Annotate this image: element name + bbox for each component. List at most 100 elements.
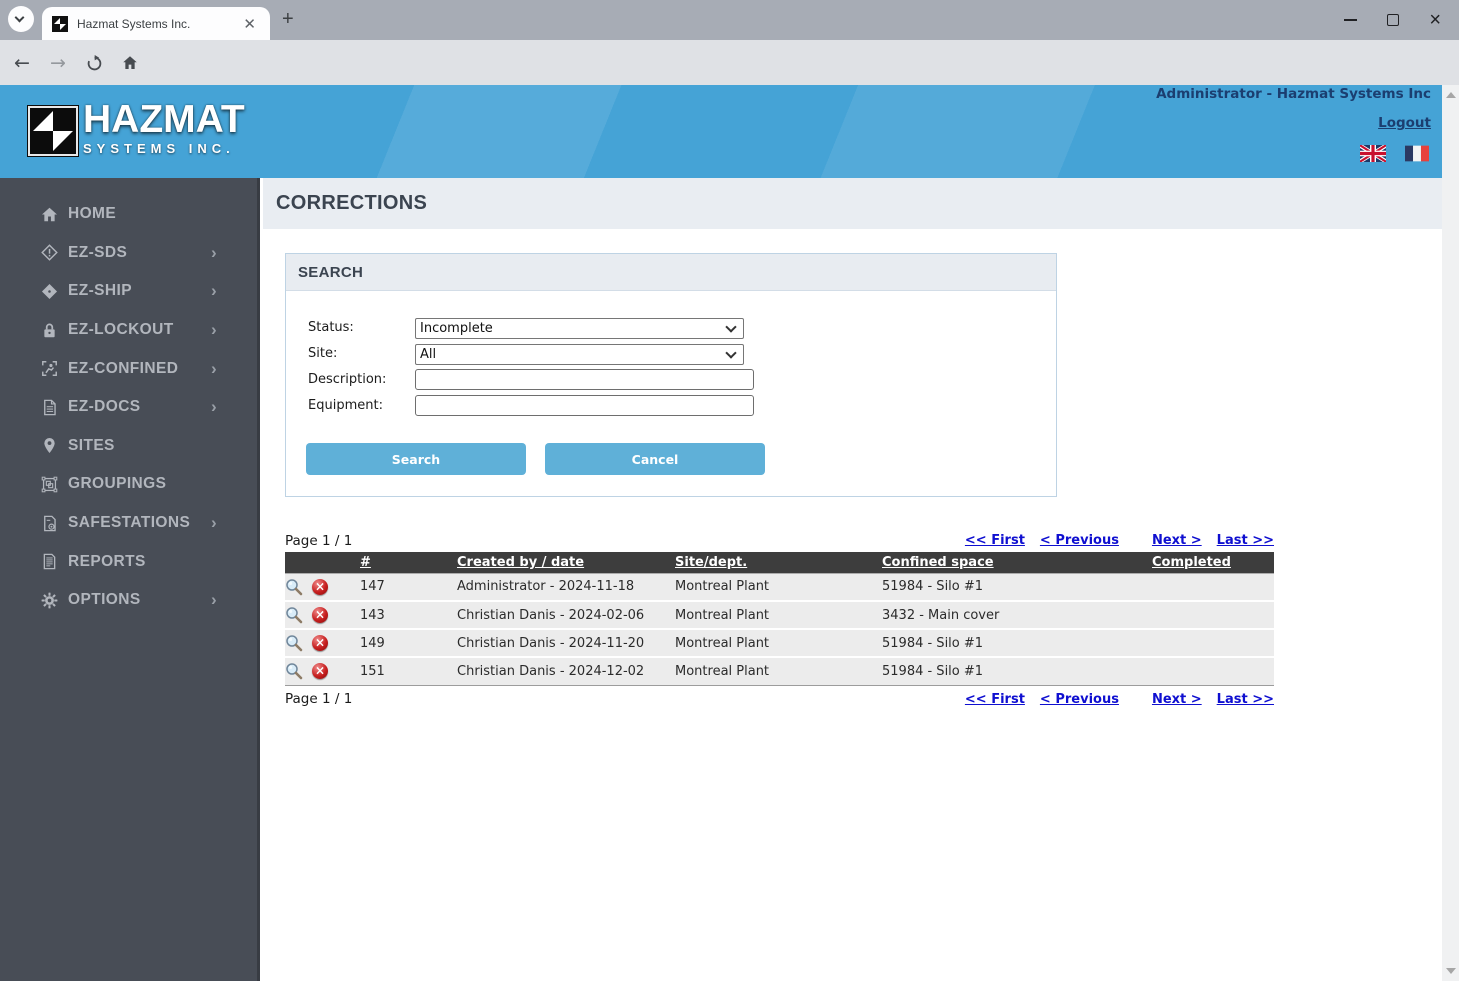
screen: Hazmat Systems Inc. ✕ + × ← → [0,0,1459,981]
corrections-table: # Created by / date Site/dept. Confined … [285,552,1274,686]
row-id: 147 [360,573,457,601]
scroll-down-icon[interactable] [1446,968,1456,974]
row-confined-space: 3432 - Main cover [882,601,1152,629]
row-created-by-date: Christian Danis - 2024-11-20 [457,629,675,657]
sidebar-item-ez-docs[interactable]: EZ-DOCS › [0,388,257,427]
first-page-link[interactable]: << First [965,533,1025,548]
delete-icon[interactable]: × [312,607,328,623]
reload-button[interactable] [80,49,108,77]
last-page-link[interactable]: Last >> [1217,533,1274,548]
pagination-bottom: Page 1 / 1 << First < Previous Next > La… [285,689,1274,710]
row-id: 151 [360,657,457,685]
col-site-dept[interactable]: Site/dept. [675,552,882,573]
view-magnifier-icon[interactable] [285,578,303,596]
chevron-down-icon [15,13,25,23]
col-created-by-date[interactable]: Created by / date [457,552,675,573]
next-page-link[interactable]: Next > [1152,533,1202,548]
row-completed [1152,601,1274,629]
page-scrollbar[interactable] [1442,85,1459,981]
row-created-by-date: Christian Danis - 2024-12-02 [457,657,675,685]
logo-text: HAZMAT [83,100,245,140]
page-title-bar: CORRECTIONS [263,178,1442,229]
sidebar-item-ez-sds[interactable]: EZ-SDS › [0,234,257,273]
previous-page-link[interactable]: < Previous [1040,692,1119,707]
logout-link[interactable]: Logout [1378,115,1431,131]
site-select[interactable]: All [415,344,744,365]
search-panel-title: SEARCH [298,264,363,281]
results-section: Page 1 / 1 << First < Previous Next > La… [285,530,1274,711]
row-confined-space: 51984 - Silo #1 [882,573,1152,601]
hazmat-logo-icon [27,105,79,157]
sidebar-item-home[interactable]: HOME › [0,195,257,234]
cancel-button[interactable]: Cancel [545,443,765,475]
status-label: Status: [308,320,415,335]
chevron-right-icon: › [211,397,217,417]
row-site-dept: Montreal Plant [675,657,882,685]
sidebar-item-ez-ship[interactable]: EZ-SHIP › [0,272,257,311]
safestation-icon [39,513,59,533]
sidebar-item-options[interactable]: OPTIONS › [0,581,257,620]
next-page-link[interactable]: Next > [1152,692,1202,707]
sidebar-item-safestations[interactable]: SAFESTATIONS › [0,504,257,543]
home-button[interactable] [116,49,144,77]
delete-icon[interactable]: × [312,635,328,651]
row-created-by-date: Administrator - 2024-11-18 [457,573,675,601]
row-id: 143 [360,601,457,629]
forward-button[interactable]: → [44,49,72,77]
delete-icon[interactable]: × [312,663,328,679]
home-icon [39,204,59,224]
tab-title: Hazmat Systems Inc. [77,17,239,31]
tab-search-button[interactable] [8,6,34,32]
window-minimize-button[interactable] [1344,19,1357,21]
sidebar-item-sites[interactable]: SITES › [0,427,257,466]
report-icon [39,552,59,572]
uk-flag-icon[interactable] [1360,145,1386,162]
status-select[interactable]: Incomplete [415,318,744,339]
back-button[interactable]: ← [8,49,36,77]
new-tab-button[interactable]: + [282,8,294,31]
page-indicator: Page 1 / 1 [285,691,950,707]
description-input[interactable] [415,369,754,390]
view-magnifier-icon[interactable] [285,606,303,624]
window-maximize-button[interactable] [1387,14,1399,26]
browser-tab[interactable]: Hazmat Systems Inc. ✕ [42,7,270,40]
view-magnifier-icon[interactable] [285,634,303,652]
search-panel: SEARCH Status: Incomplete Site: All Desc… [285,253,1057,497]
delete-icon[interactable]: × [312,579,328,595]
gear-icon [39,590,59,610]
search-button[interactable]: Search [306,443,526,475]
logo-subtext: SYSTEMS INC. [83,141,245,156]
page-title: CORRECTIONS [276,192,427,215]
sidebar-nav: HOME › EZ-SDS › EZ-SHIP › EZ-LOCKOUT › [0,178,260,981]
sidebar-item-ez-confined[interactable]: EZ-CONFINED › [0,349,257,388]
last-page-link[interactable]: Last >> [1217,692,1274,707]
favicon-hazmat-icon [52,16,68,32]
description-label: Description: [308,372,415,387]
location-pin-icon [39,436,59,456]
tab-close-icon[interactable]: ✕ [239,15,260,33]
window-close-button[interactable]: × [1429,10,1441,30]
status-select-wrap: Incomplete [415,317,744,339]
equipment-input[interactable] [415,395,754,416]
row-completed [1152,573,1274,601]
search-panel-header: SEARCH [286,254,1056,291]
col-confined-space[interactable]: Confined space [882,552,1152,573]
chevron-right-icon: › [211,243,217,263]
page-indicator: Page 1 / 1 [285,533,950,549]
view-magnifier-icon[interactable] [285,662,303,680]
hazmat-logo[interactable]: HAZMAT SYSTEMS INC. [27,100,245,157]
sidebar-item-ez-lockout[interactable]: EZ-LOCKOUT › [0,311,257,350]
scroll-up-icon[interactable] [1446,92,1456,98]
table-header-row: # Created by / date Site/dept. Confined … [285,552,1274,573]
chevron-right-icon: › [211,590,217,610]
col-id[interactable]: # [360,552,457,573]
logged-in-user-label: Administrator - Hazmat Systems Inc [1156,86,1431,102]
main-content: CORRECTIONS SEARCH Status: Incomplete Si… [263,178,1442,981]
previous-page-link[interactable]: < Previous [1040,533,1119,548]
first-page-link[interactable]: << First [965,692,1025,707]
sidebar-item-reports[interactable]: REPORTS › [0,542,257,581]
sidebar-item-groupings[interactable]: GROUPINGS › [0,465,257,504]
col-completed[interactable]: Completed [1152,552,1274,573]
chevron-right-icon: › [211,513,217,533]
france-flag-icon[interactable] [1405,145,1429,162]
